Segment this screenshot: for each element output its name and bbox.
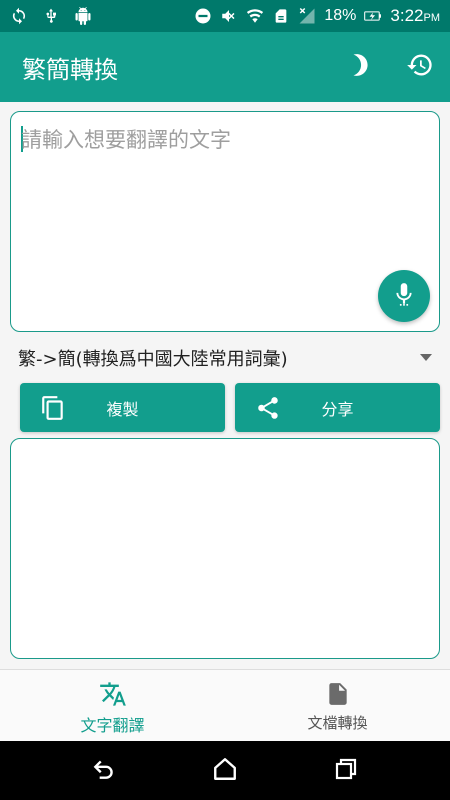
recents-icon <box>334 757 358 785</box>
microphone-icon <box>391 281 417 311</box>
no-signal-icon <box>298 7 316 25</box>
copy-button[interactable]: 複製 <box>20 383 225 432</box>
dropdown-arrow-icon <box>420 354 432 361</box>
recents-button[interactable] <box>332 757 360 785</box>
sync-icon <box>10 7 28 25</box>
sim-icon <box>272 7 290 25</box>
back-button[interactable] <box>90 757 118 785</box>
copy-icon <box>40 395 66 421</box>
bottom-navigation: 文字翻譯 文檔轉換 <box>0 669 450 741</box>
input-placeholder: 請輸入想要翻譯的文字 <box>21 128 231 152</box>
status-bar: 18% 3:22PM <box>0 0 450 32</box>
do-not-disturb-icon <box>194 7 212 25</box>
clock: 3:22PM <box>390 6 440 25</box>
nav-label-document-convert: 文檔轉換 <box>307 714 368 732</box>
source-text-input[interactable]: 請輸入想要翻譯的文字 <box>10 111 440 332</box>
back-icon <box>91 756 117 786</box>
page-title: 繁簡轉換 <box>22 55 118 84</box>
wifi-icon <box>246 7 264 25</box>
document-icon <box>324 680 352 708</box>
home-icon <box>212 756 238 786</box>
conversion-mode-label: 繁->簡(轉換爲中國大陸常用詞彙) <box>18 349 288 370</box>
theme-toggle-button[interactable] <box>336 32 384 102</box>
conversion-mode-dropdown[interactable]: 繁->簡(轉換爲中國大陸常用詞彙) <box>18 343 438 373</box>
share-icon <box>255 395 281 421</box>
history-button[interactable] <box>396 32 444 102</box>
system-navigation-bar <box>0 741 450 800</box>
nav-label-text-translate: 文字翻譯 <box>80 716 145 735</box>
android-icon <box>74 7 92 25</box>
history-icon <box>406 51 434 83</box>
moon-icon <box>347 52 373 82</box>
voice-input-button[interactable] <box>378 270 430 322</box>
usb-icon <box>42 7 60 25</box>
home-button[interactable] <box>211 757 239 785</box>
share-button[interactable]: 分享 <box>235 383 440 432</box>
battery-charging-icon <box>364 7 382 25</box>
battery-percent: 18% <box>324 7 357 24</box>
translate-icon <box>99 680 127 708</box>
nav-item-document-convert[interactable]: 文檔轉換 <box>225 670 450 742</box>
result-text-output[interactable] <box>10 438 440 659</box>
app-bar: 繁簡轉換 <box>0 32 450 102</box>
nav-item-text-translate[interactable]: 文字翻譯 <box>0 670 225 742</box>
mute-icon <box>220 7 238 25</box>
